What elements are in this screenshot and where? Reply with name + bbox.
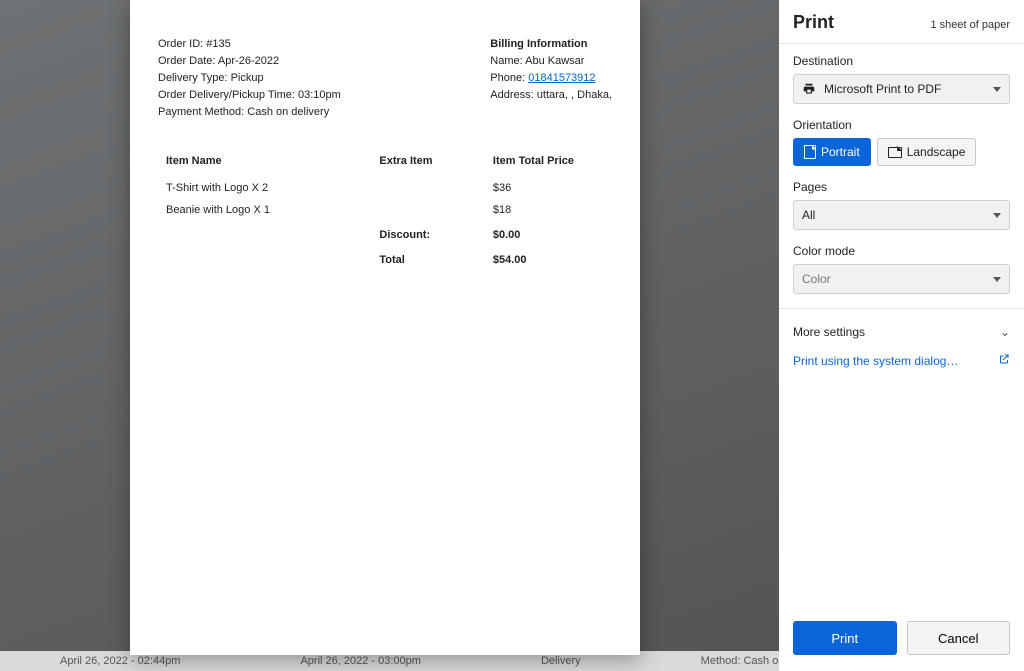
delivery-time-label: Order Delivery/Pickup Time: [158, 89, 295, 101]
pages-value: All [802, 208, 815, 222]
cell-price: $18 [485, 199, 612, 221]
cell-extra [371, 199, 485, 221]
print-preview-area: Order ID: #135 Order Date: Apr-26-2022 D… [0, 0, 779, 671]
destination-select[interactable]: Microsoft Print to PDF [793, 74, 1010, 104]
billing-address-label: Address: [490, 89, 533, 101]
invoice-header: Order ID: #135 Order Date: Apr-26-2022 D… [158, 36, 612, 121]
printer-icon [802, 82, 816, 96]
cell-extra [371, 177, 485, 199]
section-divider [779, 308, 1024, 309]
pages-section: Pages All [793, 180, 1010, 230]
print-title: Print [793, 12, 834, 33]
print-sidebar: Print 1 sheet of paper Destination Micro… [779, 0, 1024, 671]
billing-info-block: Billing Information Name: Abu Kawsar Pho… [490, 36, 612, 121]
chevron-down-icon: ⌄ [1000, 325, 1010, 339]
summary-row-discount: Discount: $0.00 [158, 221, 612, 246]
billing-address-value: uttara, , Dhaka, [537, 89, 612, 101]
order-id-label: Order ID: [158, 38, 203, 50]
billing-name-label: Name: [490, 55, 522, 67]
orientation-portrait-button[interactable]: Portrait [793, 138, 871, 166]
summary-row-total: Total $54.00 [158, 246, 612, 271]
total-label: Total [371, 246, 485, 271]
destination-label: Destination [793, 54, 1010, 68]
landscape-label: Landscape [907, 145, 966, 159]
system-dialog-link[interactable]: Print using the system dialog… [793, 354, 958, 368]
table-row: T-Shirt with Logo X 2 $36 [158, 177, 612, 199]
table-row: Beanie with Logo X 1 $18 [158, 199, 612, 221]
orientation-label: Orientation [793, 118, 1010, 132]
order-date-label: Order Date: [158, 55, 215, 67]
payment-method-value: Cash on delivery [247, 106, 329, 118]
billing-name-value: Abu Kawsar [525, 55, 584, 67]
color-mode-section: Color mode Color [793, 244, 1010, 294]
portrait-label: Portrait [821, 145, 860, 159]
destination-section: Destination Microsoft Print to PDF [793, 54, 1010, 104]
total-value: $54.00 [485, 246, 612, 271]
cell-item: T-Shirt with Logo X 2 [158, 177, 371, 199]
col-item-name: Item Name [158, 149, 371, 177]
cell-price: $36 [485, 177, 612, 199]
discount-label: Discount: [371, 221, 485, 246]
landscape-icon [888, 147, 902, 158]
delivery-type-value: Pickup [231, 72, 264, 84]
billing-heading: Billing Information [490, 38, 587, 50]
col-item-total: Item Total Price [485, 149, 612, 177]
more-settings-toggle[interactable]: More settings ⌄ [793, 321, 1010, 353]
chevron-down-icon [993, 87, 1001, 92]
order-info-block: Order ID: #135 Order Date: Apr-26-2022 D… [158, 36, 341, 121]
orientation-section: Orientation Portrait Landscape [793, 118, 1010, 166]
items-table: Item Name Extra Item Item Total Price T-… [158, 149, 612, 271]
color-mode-value: Color [802, 272, 831, 286]
chevron-down-icon [993, 213, 1001, 218]
sidebar-header: Print 1 sheet of paper [779, 0, 1024, 44]
sheet-count: 1 sheet of paper [930, 19, 1010, 31]
external-link-icon [998, 353, 1010, 368]
col-extra-item: Extra Item [371, 149, 485, 177]
sidebar-footer: Print Cancel [779, 611, 1024, 671]
portrait-icon [804, 145, 816, 159]
billing-phone-label: Phone: [490, 72, 525, 84]
order-date-value: Apr-26-2022 [218, 55, 279, 67]
discount-value: $0.00 [485, 221, 612, 246]
system-dialog-row: Print using the system dialog… [793, 353, 1010, 368]
payment-method-label: Payment Method: [158, 106, 244, 118]
delivery-time-value: 03:10pm [298, 89, 341, 101]
order-id-value: #135 [206, 38, 230, 50]
billing-phone-link[interactable]: 01841573912 [528, 72, 595, 84]
pages-select[interactable]: All [793, 200, 1010, 230]
cell-item: Beanie with Logo X 1 [158, 199, 371, 221]
orientation-landscape-button[interactable]: Landscape [877, 138, 977, 166]
cancel-button[interactable]: Cancel [907, 621, 1011, 655]
chevron-down-icon [993, 277, 1001, 282]
more-settings-label: More settings [793, 325, 865, 339]
delivery-type-label: Delivery Type: [158, 72, 228, 84]
pages-label: Pages [793, 180, 1010, 194]
preview-page: Order ID: #135 Order Date: Apr-26-2022 D… [130, 0, 640, 655]
color-mode-select: Color [793, 264, 1010, 294]
color-mode-label: Color mode [793, 244, 1010, 258]
destination-value: Microsoft Print to PDF [824, 82, 941, 96]
print-button[interactable]: Print [793, 621, 897, 655]
